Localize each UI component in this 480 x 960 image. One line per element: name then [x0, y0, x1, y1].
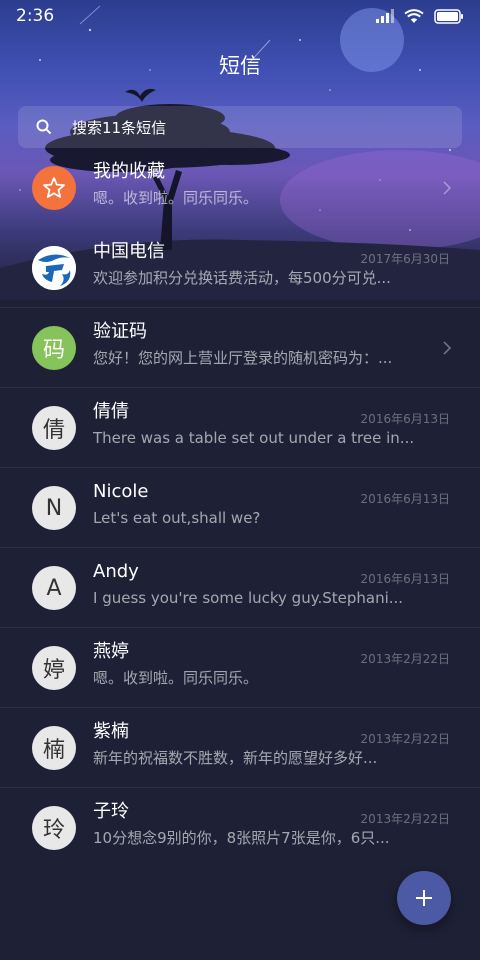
new-message-button[interactable] [397, 871, 451, 925]
message-preview: There was a table set out under a tree i… [93, 429, 415, 447]
chevron-right-icon [443, 341, 452, 355]
battery-icon [434, 8, 463, 24]
page-title: 短信 [219, 54, 261, 78]
avatar: 婷 [32, 646, 76, 690]
list-item[interactable]: 倩 倩倩 There was a table set out under a t… [0, 388, 480, 468]
message-preview: 嗯。收到啦。同乐同乐。 [93, 669, 259, 687]
china-telecom-logo [32, 246, 76, 290]
list-item[interactable]: 婷 燕婷 嗯。收到啦。同乐同乐。 2013年2月22日 [0, 628, 480, 708]
signal-icon [376, 9, 394, 23]
avatar: 倩 [32, 406, 76, 450]
status-time: 2:36 [16, 6, 55, 26]
plus-icon [416, 890, 432, 906]
message-date: 2013年2月22日 [360, 652, 450, 666]
list-item[interactable]: 中国电信 欢迎参加积分兑换话费活动，每500分可兑... 2017年6月30日 [0, 228, 480, 308]
message-preview: 欢迎参加积分兑换话费活动，每500分可兑... [93, 269, 391, 287]
message-preview: 您好！您的网上营业厅登录的随机密码为：... [93, 349, 393, 367]
conversation-list: 我的收藏 嗯。收到啦。同乐同乐。 中国电信 欢迎参加积分兑换话费活动，每500分… [0, 148, 480, 868]
list-item[interactable]: 楠 紫楠 新年的祝福数不胜数，新年的愿望好多好... 2013年2月22日 [0, 708, 480, 788]
message-date: 2013年2月22日 [360, 732, 450, 746]
search-bar[interactable]: 搜索11条短信 [18, 106, 462, 148]
wifi-icon [404, 8, 424, 23]
message-preview: 嗯。收到啦。同乐同乐。 [93, 189, 259, 207]
list-item[interactable]: N Nicole Let's eat out,shall we? 2016年6月… [0, 468, 480, 548]
avatar: 楠 [32, 726, 76, 770]
avatar [32, 246, 76, 290]
avatar: 玲 [32, 806, 76, 850]
message-date: 2016年6月13日 [360, 412, 450, 426]
avatar: N [32, 486, 76, 530]
list-item[interactable]: 我的收藏 嗯。收到啦。同乐同乐。 [0, 148, 480, 228]
message-date: 2016年6月13日 [360, 572, 450, 586]
avatar: 码 [32, 326, 76, 370]
list-item[interactable]: 码 验证码 您好！您的网上营业厅登录的随机密码为：... [0, 308, 480, 388]
chevron-right-icon [443, 181, 452, 195]
message-preview: 新年的祝福数不胜数，新年的愿望好多好... [93, 749, 378, 767]
message-preview: 10分想念9别的你，8张照片7张是你，6只... [93, 829, 390, 847]
message-date: 2016年6月13日 [360, 492, 450, 506]
list-item[interactable]: A Andy I guess you're some lucky guy.Ste… [0, 548, 480, 628]
message-preview: I guess you're some lucky guy.Stephani..… [93, 589, 404, 607]
avatar: A [32, 566, 76, 610]
contact-name: 验证码 [93, 321, 147, 342]
list-item[interactable]: 玲 子玲 10分想念9别的你，8张照片7张是你，6只... 2013年2月22日 [0, 788, 480, 868]
search-icon [36, 119, 52, 135]
search-input[interactable]: 搜索11条短信 [72, 117, 166, 138]
message-date: 2013年2月22日 [360, 812, 450, 826]
status-icons [376, 8, 464, 24]
message-date: 2017年6月30日 [360, 252, 450, 266]
star-icon [43, 177, 65, 198]
message-preview: Let's eat out,shall we? [93, 509, 261, 527]
status-bar: 2:36 [0, 0, 480, 32]
contact-name: 我的收藏 [93, 161, 165, 182]
avatar [32, 166, 76, 210]
